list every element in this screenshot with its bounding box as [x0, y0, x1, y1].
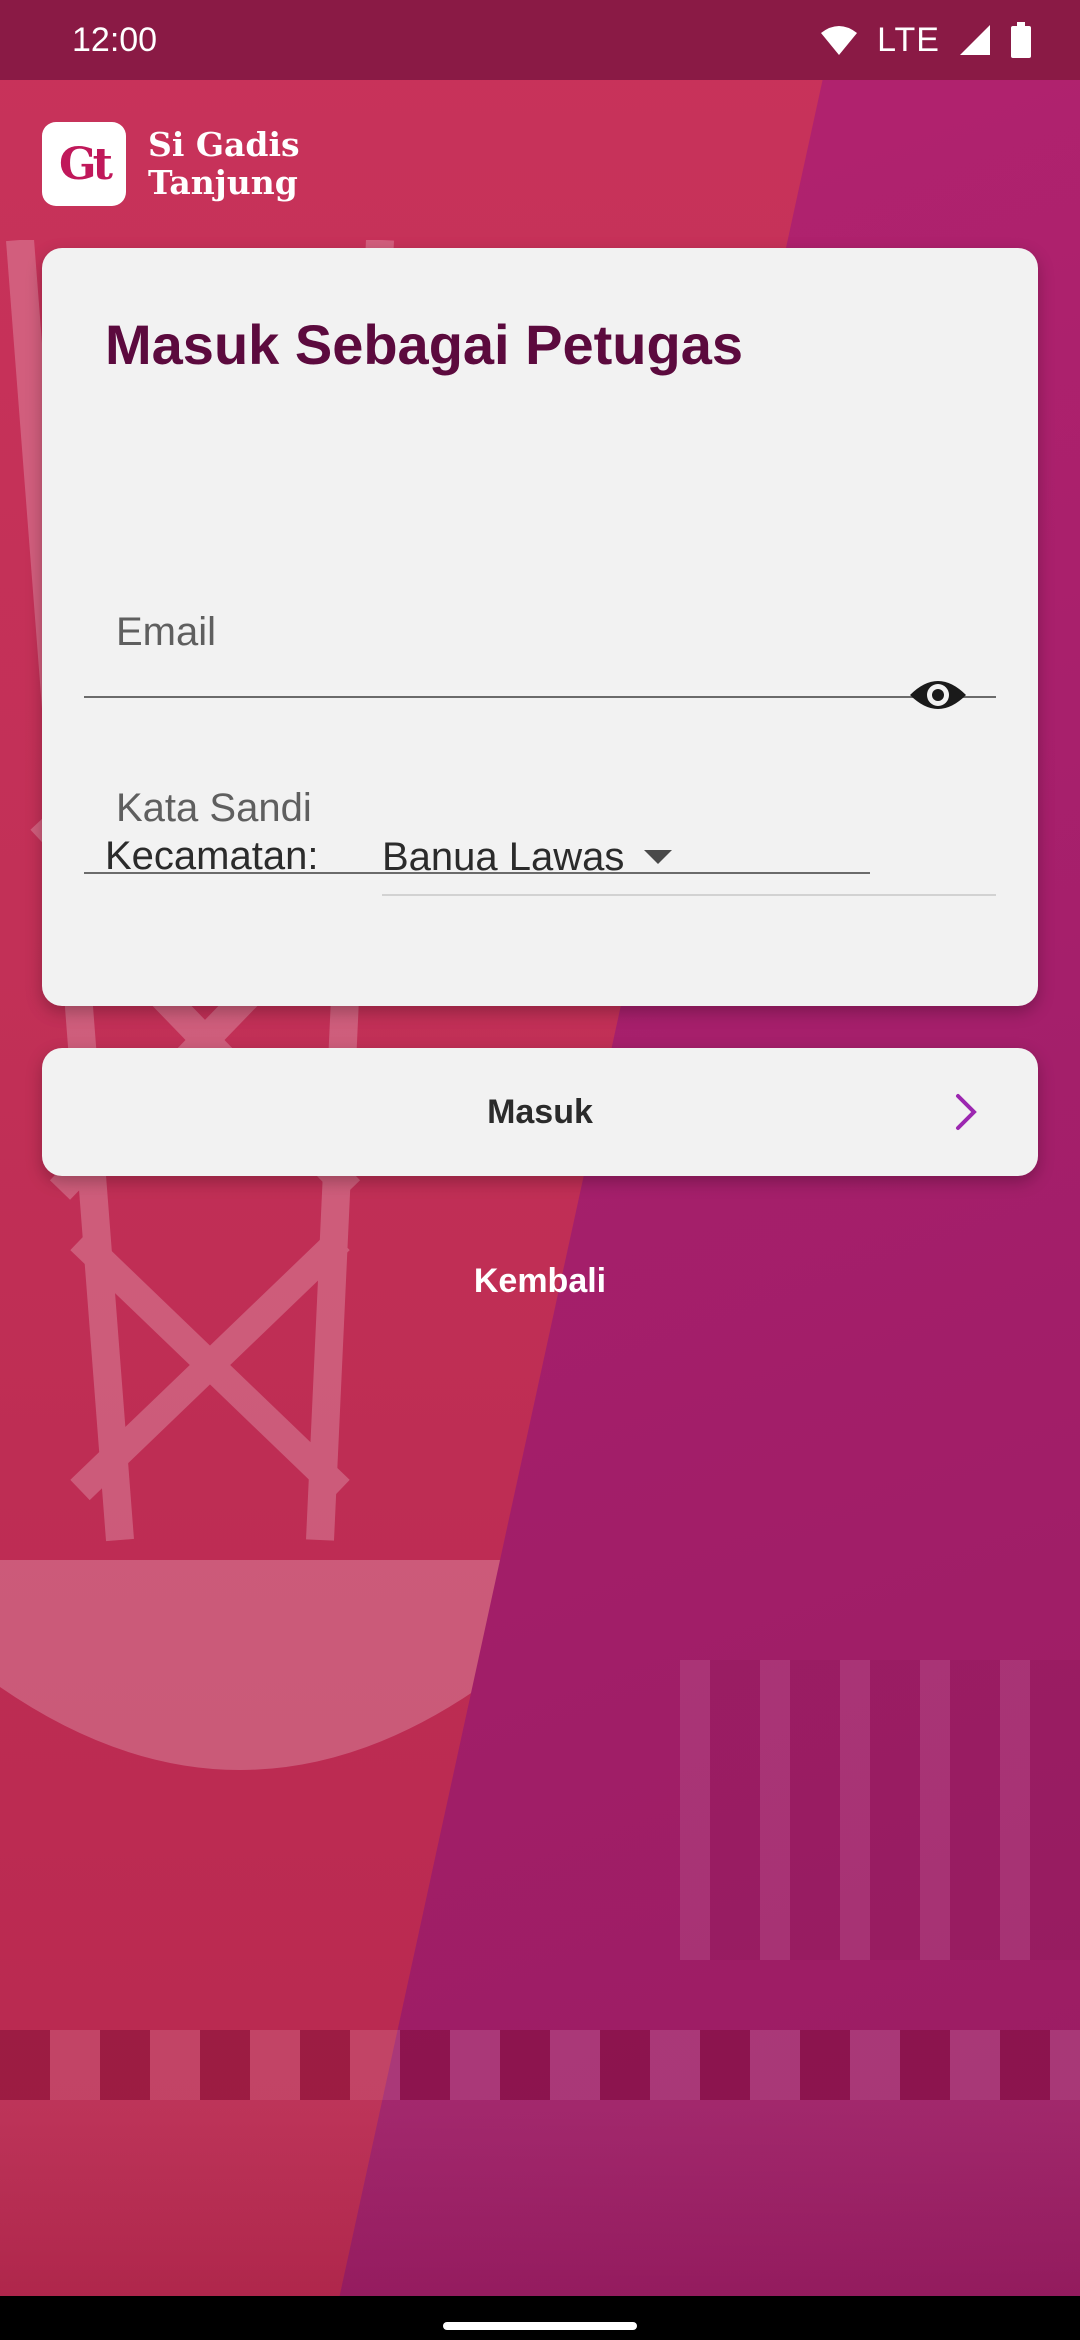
status-icons: LTE	[819, 21, 1032, 60]
kecamatan-label: Kecamatan:	[105, 834, 319, 878]
logo-line-2: Tanjung	[148, 163, 298, 202]
logo-mark: Gt	[42, 122, 126, 206]
status-time: 12:00	[72, 20, 158, 59]
logo-line-1: Si Gadis	[148, 125, 300, 164]
background-fence	[0, 2030, 1080, 2100]
home-gesture-handle[interactable]	[443, 2322, 637, 2330]
dropdown-caret-icon	[644, 850, 673, 864]
background-road	[0, 2100, 1080, 2300]
masuk-button[interactable]: Masuk	[42, 1048, 1038, 1176]
eye-icon	[910, 681, 966, 709]
app-logo: Gt Si Gadis Tanjung	[42, 122, 300, 206]
signal-icon	[960, 25, 990, 55]
kecamatan-dropdown[interactable]: Banua Lawas	[382, 820, 996, 896]
page-title: Masuk Sebagai Petugas	[105, 313, 744, 376]
chevron-right-icon	[956, 1094, 977, 1130]
kembali-link[interactable]: Kembali	[0, 1262, 1080, 1301]
wifi-icon	[821, 26, 858, 55]
email-field[interactable]	[84, 568, 996, 696]
toggle-password-visibility-button[interactable]	[898, 655, 978, 735]
kecamatan-selected-value: Banua Lawas	[382, 834, 625, 879]
background-building	[680, 1660, 1080, 1960]
status-bar: 12:00 LTE	[0, 0, 1080, 80]
logo-text: Si Gadis Tanjung	[148, 126, 300, 202]
masuk-button-label: Masuk	[487, 1092, 593, 1131]
network-type: LTE	[877, 20, 940, 59]
login-card: Masuk Sebagai Petugas Kecamatan: Banua L…	[42, 248, 1038, 1006]
battery-icon	[1011, 22, 1031, 58]
navigation-bar	[0, 2296, 1080, 2340]
email-field-container	[84, 568, 996, 698]
